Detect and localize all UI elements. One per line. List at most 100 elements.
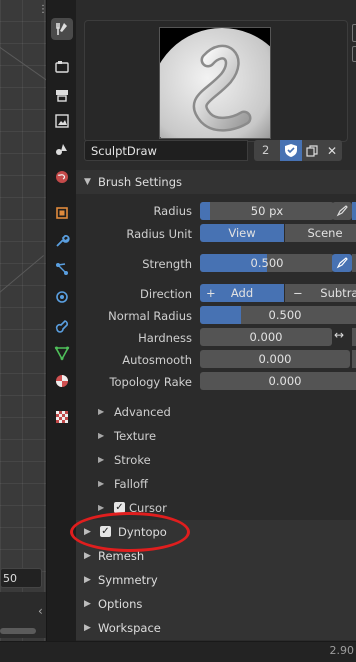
hardness-toggle[interactable]	[352, 328, 356, 346]
material-icon[interactable]	[51, 370, 73, 392]
radius-unit-view[interactable]: View	[200, 224, 284, 242]
strength-pressure-icon[interactable]	[332, 254, 352, 272]
direction-add-button[interactable]: + Add	[200, 284, 284, 302]
chevron-right-icon: ▶	[84, 599, 91, 609]
world-icon[interactable]	[51, 166, 73, 188]
strength-value: 0.500	[250, 256, 284, 270]
tool-icon[interactable]	[51, 18, 73, 40]
chevron-right-icon: ▶	[98, 503, 105, 512]
chevron-right-icon: ▶	[98, 431, 105, 440]
options-label: Options	[98, 597, 143, 611]
texture-icon[interactable]	[51, 406, 73, 428]
hardness-slider[interactable]: 0.000	[200, 328, 332, 346]
minus-icon: −	[293, 286, 303, 300]
particles-icon[interactable]	[51, 258, 73, 280]
chevron-right-icon: ▶	[84, 623, 91, 633]
render-icon[interactable]	[51, 56, 73, 78]
direction-label: Direction	[140, 287, 192, 301]
close-icon[interactable]: ✕	[322, 140, 342, 161]
brush-datablock-row: SculptDraw 2 ✕	[84, 140, 350, 162]
viewport-menu-dots[interactable]: ⋮	[38, 4, 46, 15]
radius-value: 50 px	[250, 204, 284, 218]
topology-rake-value: 0.000	[268, 374, 302, 388]
chevron-right-icon: ▶	[98, 479, 105, 488]
symmetry-header[interactable]: ▶ Symmetry	[76, 568, 356, 592]
hardness-value: 0.000	[249, 330, 283, 344]
duplicate-icon[interactable]	[302, 140, 322, 161]
radius-unit-scene[interactable]: Scene	[285, 224, 356, 242]
fake-user-shield-icon[interactable]	[280, 140, 302, 161]
version-label: 2.90	[329, 644, 355, 657]
viewport-3d[interactable]: ⋮ 50 ‹	[0, 0, 46, 641]
preview-side-button[interactable]	[352, 46, 356, 62]
data-icon[interactable]	[51, 342, 73, 364]
remesh-header[interactable]: ▶ Remesh	[76, 544, 356, 568]
view-layer-icon[interactable]	[51, 110, 73, 132]
output-icon[interactable]	[51, 84, 73, 106]
chevron-right-icon: ▶	[84, 527, 91, 537]
autosmooth-label: Autosmooth	[122, 353, 192, 367]
chevron-left-icon[interactable]: ‹	[38, 604, 43, 618]
viewport-grid-line	[0, 255, 44, 301]
autosmooth-slider[interactable]: 0.000	[200, 350, 350, 368]
chevron-right-icon: ▶	[98, 455, 105, 464]
brush-thumbnail[interactable]	[150, 27, 294, 172]
autosmooth-toggle[interactable]	[352, 350, 356, 368]
normal-radius-slider[interactable]: 0.500	[200, 306, 356, 324]
hardness-label: Hardness	[138, 331, 192, 345]
brush-user-count[interactable]: 2	[254, 140, 280, 161]
direction-add-label: Add	[230, 286, 254, 300]
strength-slider[interactable]: 0.500	[200, 254, 334, 272]
subpanel-cursor-label: Cursor	[129, 501, 167, 515]
constraints-icon[interactable]	[51, 314, 73, 336]
brush-preview-box	[84, 20, 348, 172]
properties-panel: SculptDraw 2 ✕ ▼ Brush Settings Radius 5…	[76, 0, 356, 641]
subpanel-falloff-label: Falloff	[114, 477, 148, 491]
direction-subtract-label: Subtract	[320, 286, 356, 300]
direction-subtract-button[interactable]: − Subtract	[285, 284, 356, 302]
properties-tab-strip	[46, 0, 77, 641]
brush-settings-title: Brush Settings	[98, 175, 183, 189]
normal-radius-label: Normal Radius	[108, 309, 192, 323]
physics-icon[interactable]	[51, 286, 73, 308]
pen-pressure-icon[interactable]	[332, 202, 352, 220]
normal-radius-value: 0.500	[268, 308, 302, 322]
options-header[interactable]: ▶ Options	[76, 592, 356, 616]
strength-toggle[interactable]	[352, 254, 356, 272]
autosmooth-value: 0.000	[258, 352, 292, 366]
plus-icon: +	[206, 286, 216, 300]
radius-slider[interactable]: 50 px	[200, 202, 334, 220]
brush-settings-header[interactable]: ▼ Brush Settings	[76, 170, 356, 194]
object-icon[interactable]	[51, 202, 73, 224]
dyntopo-checkbox[interactable]: ✓	[100, 526, 111, 537]
topology-rake-label: Topology Rake	[109, 375, 192, 389]
scene-icon[interactable]	[51, 138, 73, 160]
workspace-header[interactable]: ▶ Workspace	[76, 616, 356, 640]
radius-label: Radius	[153, 204, 192, 218]
radius-unit-label: Radius Unit	[126, 227, 192, 241]
brush-name-field[interactable]: SculptDraw	[84, 140, 248, 161]
cursor-checkbox[interactable]: ✓	[114, 502, 125, 513]
preview-side-button[interactable]	[352, 24, 356, 42]
remesh-label: Remesh	[98, 549, 145, 563]
chevron-right-icon: ▶	[84, 551, 91, 561]
subpanel-advanced-label: Advanced	[114, 405, 171, 419]
radius-fill	[200, 202, 210, 220]
chevron-down-icon: ▼	[84, 177, 91, 187]
status-bar: 2.90	[0, 641, 356, 662]
viewport-number-field[interactable]: 50	[0, 568, 42, 588]
symmetry-label: Symmetry	[98, 573, 158, 587]
strength-label: Strength	[142, 257, 192, 271]
chevron-right-icon: ▶	[98, 407, 105, 416]
pressure-toggle[interactable]	[352, 202, 356, 220]
normal-radius-fill	[200, 306, 241, 324]
viewport-scrollbar[interactable]	[0, 628, 36, 634]
modifier-icon[interactable]	[51, 230, 73, 252]
topology-rake-slider[interactable]: 0.000	[200, 372, 356, 390]
subpanel-stroke-label: Stroke	[114, 453, 151, 467]
dyntopo-header[interactable]: ▶ ✓ Dyntopo	[76, 520, 356, 544]
workspace-label: Workspace	[98, 621, 161, 635]
subpanel-texture-label: Texture	[114, 429, 157, 443]
chevron-right-icon: ▶	[84, 575, 91, 585]
invert-arrows-icon[interactable]: ↔	[334, 328, 344, 342]
